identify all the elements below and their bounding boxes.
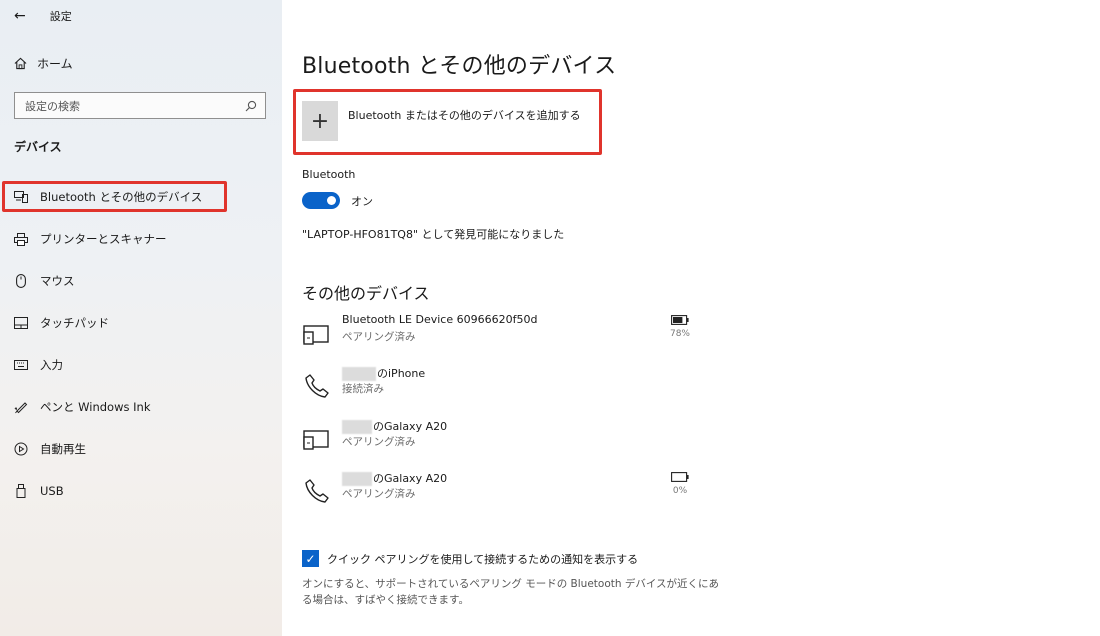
autoplay-icon [14, 442, 28, 456]
battery-percent: 0% [672, 486, 688, 496]
redacted-name [342, 367, 376, 381]
phone-icon [302, 371, 332, 401]
sidebar-item-autoplay[interactable]: 自動再生 [14, 439, 86, 459]
device-name: Bluetooth LE Device 60966620f50d [342, 313, 538, 326]
device-status: ペアリング済み [342, 331, 416, 343]
sidebar-item-label: プリンターとスキャナー [40, 232, 167, 246]
sidebar-item-input[interactable]: 入力 [14, 355, 63, 375]
sidebar-item-label: マウス [40, 274, 75, 288]
title-bar: ← 設定 [14, 6, 72, 26]
bluetooth-toggle[interactable] [302, 192, 340, 209]
quick-pair-help-text: オンにすると、サポートされているペアリング モードの Bluetooth デバイ… [302, 578, 720, 606]
sidebar-item-pen[interactable]: ペンと Windows Ink [14, 397, 151, 417]
sidebar-item-label: 入力 [40, 358, 63, 372]
plus-icon: + [302, 101, 338, 141]
device-name: のGalaxy A20 [342, 418, 447, 434]
battery-icon [671, 315, 689, 325]
device-item[interactable]: Bluetooth LE Device 60966620f50d ペアリング済み… [302, 313, 692, 353]
back-arrow-icon[interactable]: ← [14, 8, 26, 24]
device-name: のGalaxy A20 [342, 470, 447, 486]
other-devices-title: その他のデバイス [302, 284, 430, 303]
battery-icon [671, 472, 689, 482]
device-icon [302, 319, 332, 349]
bluetooth-label: Bluetooth [302, 168, 356, 181]
search-input[interactable]: 設定の検索 [14, 92, 266, 119]
discoverable-text: "LAPTOP-HFO81TQ8" として発見可能になりました [302, 228, 565, 241]
section-label-devices: デバイス [14, 140, 62, 154]
home-icon [14, 57, 27, 70]
sidebar-item-mouse[interactable]: マウス [14, 271, 75, 291]
add-device-button[interactable]: + Bluetooth またはその他のデバイスを追加する [302, 97, 581, 141]
battery-indicator: 78% [669, 315, 691, 339]
device-icon [302, 424, 332, 454]
device-item[interactable]: のGalaxy A20 ペアリング済み 0% [302, 470, 692, 510]
app-title: 設定 [49, 10, 72, 23]
search-icon[interactable] [245, 100, 257, 112]
add-device-label: Bluetooth またはその他のデバイスを追加する [348, 109, 581, 122]
sidebar-item-label: USB [40, 484, 64, 498]
device-item[interactable]: のGalaxy A20 ペアリング済み [302, 418, 692, 458]
checkmark-icon: ✓ [305, 551, 316, 566]
redacted-name [342, 472, 372, 486]
touchpad-icon [14, 317, 28, 329]
device-status: ペアリング済み [342, 488, 416, 500]
sidebar-item-printers[interactable]: プリンターとスキャナー [14, 229, 167, 249]
page-title: Bluetooth とその他のデバイス [302, 54, 617, 79]
device-name: のiPhone [342, 365, 425, 381]
sidebar-item-label: 自動再生 [40, 442, 86, 456]
nav-home[interactable]: ホーム [14, 55, 73, 72]
bluetooth-devices-icon [14, 191, 28, 203]
main-content: Bluetooth とその他のデバイス + Bluetooth またはその他のデ… [282, 0, 1100, 636]
mouse-icon [14, 274, 28, 288]
device-item[interactable]: のiPhone 接続済み [302, 365, 692, 405]
search-placeholder: 設定の検索 [25, 99, 80, 113]
nav-home-label: ホーム [37, 57, 73, 71]
device-status: ペアリング済み [342, 436, 416, 448]
sidebar-item-usb[interactable]: USB [14, 481, 64, 501]
battery-indicator: 0% [669, 472, 691, 496]
quick-pair-label: クイック ペアリングを使用して接続するための通知を表示する [327, 553, 639, 566]
usb-icon [14, 484, 28, 498]
sidebar: ← 設定 ホーム 設定の検索 デバイス Bluetooth とその他のデバイス … [0, 0, 282, 636]
sidebar-item-touchpad[interactable]: タッチパッド [14, 313, 109, 333]
sidebar-item-label: タッチパッド [40, 316, 109, 330]
sidebar-item-label: ペンと Windows Ink [40, 400, 151, 414]
pen-icon [14, 400, 28, 414]
sidebar-item-label: Bluetooth とその他のデバイス [40, 190, 203, 204]
sidebar-item-bluetooth[interactable]: Bluetooth とその他のデバイス [14, 187, 202, 207]
quick-pair-checkbox[interactable]: ✓ [302, 550, 319, 567]
toggle-knob [327, 196, 336, 205]
printer-icon [14, 232, 28, 246]
phone-icon [302, 476, 332, 506]
device-status: 接続済み [342, 383, 384, 395]
battery-percent: 78% [669, 329, 690, 339]
redacted-name [342, 420, 372, 434]
keyboard-icon [14, 360, 28, 370]
toggle-state-label: オン [351, 195, 373, 208]
